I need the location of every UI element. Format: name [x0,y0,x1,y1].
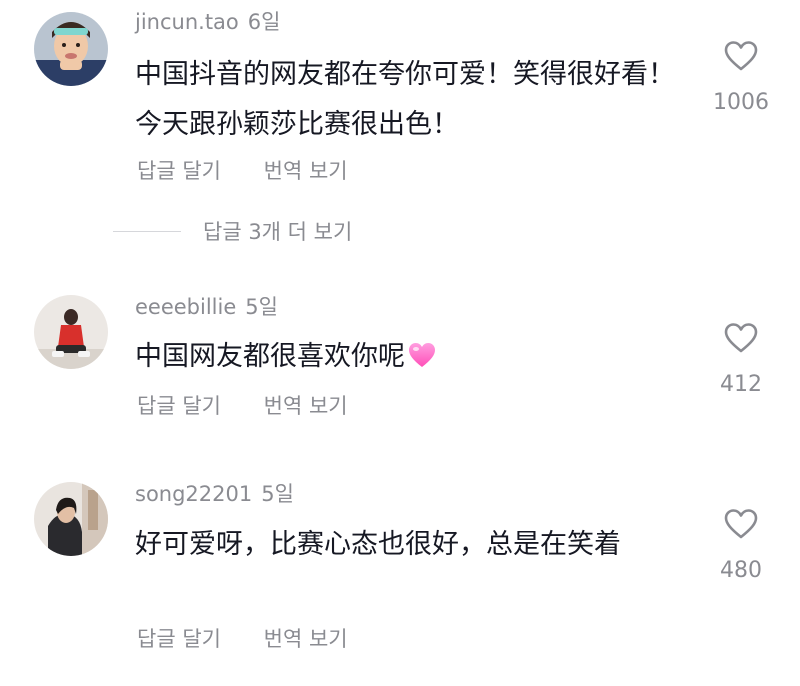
avatar[interactable] [34,295,108,369]
avatar[interactable] [34,482,108,556]
heart-outline-icon [724,323,758,353]
comment-time: 6일 [247,10,281,34]
girl-with-headband-avatar [34,12,108,86]
heart-outline-icon [724,509,758,539]
comment-time: 5일 [261,482,294,506]
username[interactable]: song22201 [135,482,252,506]
reply-button[interactable]: 답글 달기 [137,155,221,185]
avatar[interactable] [34,12,108,86]
like-button[interactable]: 412 [701,322,781,397]
translate-button[interactable]: 번역 보기 [264,390,348,420]
sitting-person-red-jacket-avatar [34,295,108,369]
comment-actions: 답글 달기 번역 보기 [137,623,348,653]
username[interactable]: jincun.tao [135,10,239,34]
reply-button[interactable]: 답글 달기 [137,390,221,420]
like-button[interactable]: 480 [701,508,781,583]
heart-outline-icon [724,41,758,71]
translate-button[interactable]: 번역 보기 [264,623,348,653]
comment-text: 好可爱呀，比赛心态也很好，总是在笑着 [135,529,621,560]
woman-selfie-avatar [34,482,108,556]
translate-button[interactable]: 번역 보기 [264,155,348,185]
comment-header: eeeebillie 5일 [135,291,278,321]
like-count: 412 [720,372,762,397]
comment-text-content: 中国网友都很喜欢你呢 [135,341,405,372]
like-count: 1006 [713,90,769,115]
like-count: 480 [720,558,762,583]
view-more-replies-button[interactable]: 답글 3개 더 보기 [113,216,352,246]
comment-actions: 답글 달기 번역 보기 [137,155,348,185]
reply-button[interactable]: 답글 달기 [137,623,221,653]
comment-text: 中国网友都很喜欢你呢 [135,332,675,382]
divider [113,230,181,232]
pink-heart-emoji [409,343,435,367]
comment-text: 中国抖音的网友都在夸你可爱！笑得很好看！今天跟孙颖莎比赛很出色！ [135,59,675,140]
comment-actions: 답글 달기 번역 보기 [137,390,348,420]
comment-time: 5일 [245,295,278,319]
view-more-replies-label: 답글 3개 더 보기 [203,220,353,244]
comment-header: jincun.tao 6일 [135,6,280,36]
like-button[interactable]: 1006 [701,40,781,115]
username[interactable]: eeeebillie [135,295,236,319]
comment-header: song22201 5일 [135,478,294,508]
